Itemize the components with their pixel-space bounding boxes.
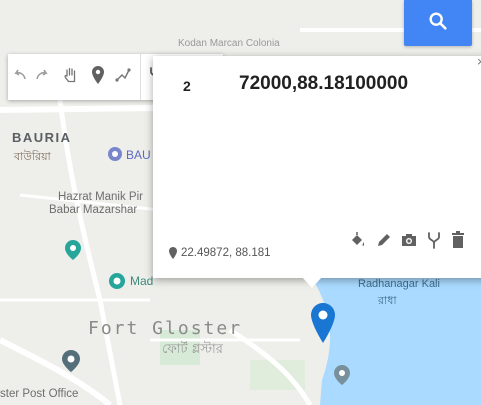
area-label-bauria-bengali: বাউরিয়া bbox=[14, 150, 51, 163]
draw-line-icon bbox=[114, 66, 132, 89]
temple-poi-icon[interactable] bbox=[108, 272, 126, 295]
redo-button[interactable] bbox=[30, 54, 54, 100]
place-hazrat-line1: Hazrat Manik Pir bbox=[58, 191, 143, 203]
delete-icon bbox=[451, 230, 465, 254]
directions-icon bbox=[427, 231, 441, 254]
place-hazrat-line2: Babar Mazarshar bbox=[49, 204, 138, 216]
search-icon bbox=[427, 10, 449, 37]
place-madhusudan-label: Mad bbox=[130, 274, 154, 288]
popup-title: 72000,88.18100000 bbox=[239, 73, 409, 94]
add-photo-button[interactable] bbox=[398, 231, 420, 253]
add-marker-icon bbox=[92, 65, 104, 89]
selected-location-marker[interactable] bbox=[311, 303, 335, 352]
poi-bau-icon[interactable] bbox=[106, 145, 124, 168]
pan-hand-button[interactable] bbox=[59, 54, 83, 100]
poi-bau-label: BAU bbox=[126, 148, 151, 162]
place-radhanagar-label: Radhanagar Kali bbox=[358, 278, 440, 290]
river-poi-icon[interactable] bbox=[334, 365, 350, 390]
undo-icon bbox=[13, 68, 27, 87]
directions-button[interactable] bbox=[423, 231, 445, 253]
add-marker-button[interactable] bbox=[86, 54, 110, 100]
style-color-button[interactable] bbox=[347, 231, 369, 253]
place-radhanagar-bengali: রাধা bbox=[378, 294, 397, 307]
camera-icon bbox=[401, 232, 417, 253]
pan-hand-icon bbox=[62, 66, 80, 89]
area-label-fort-gloster: Fort Gloster bbox=[88, 318, 243, 339]
map-pin-icon bbox=[311, 303, 335, 351]
undo-button[interactable] bbox=[8, 54, 32, 100]
mosque-pin-icon[interactable] bbox=[65, 240, 81, 265]
redo-icon bbox=[35, 68, 49, 87]
place-post-office-label: ster Post Office bbox=[0, 388, 79, 400]
place-info-popup: × 2 72000,88.18100000 22.49872, 88.181 bbox=[153, 54, 481, 278]
popup-coordinates: 22.49872, 88.181 bbox=[181, 247, 271, 259]
paint-bucket-icon bbox=[349, 231, 367, 254]
draw-line-button[interactable] bbox=[111, 54, 135, 100]
delete-button[interactable] bbox=[447, 230, 469, 254]
post-office-pin-icon[interactable] bbox=[62, 350, 80, 377]
popup-pointer bbox=[302, 277, 322, 288]
popup-close-button[interactable]: × bbox=[477, 54, 481, 69]
edit-button[interactable] bbox=[373, 231, 395, 253]
search-button[interactable] bbox=[404, 0, 472, 46]
area-label-bauria: BAURIA bbox=[12, 130, 72, 145]
popup-title-prefix: 2 bbox=[183, 78, 191, 94]
road-label-top: Kodan Marcan Colonia bbox=[178, 38, 280, 49]
edit-pencil-icon bbox=[376, 232, 392, 253]
coordinate-pin-icon bbox=[169, 246, 177, 264]
area-label-fort-gloster-bengali: ফোর্ট গ্লস্টার bbox=[162, 342, 223, 357]
toolbar-divider bbox=[140, 54, 141, 100]
